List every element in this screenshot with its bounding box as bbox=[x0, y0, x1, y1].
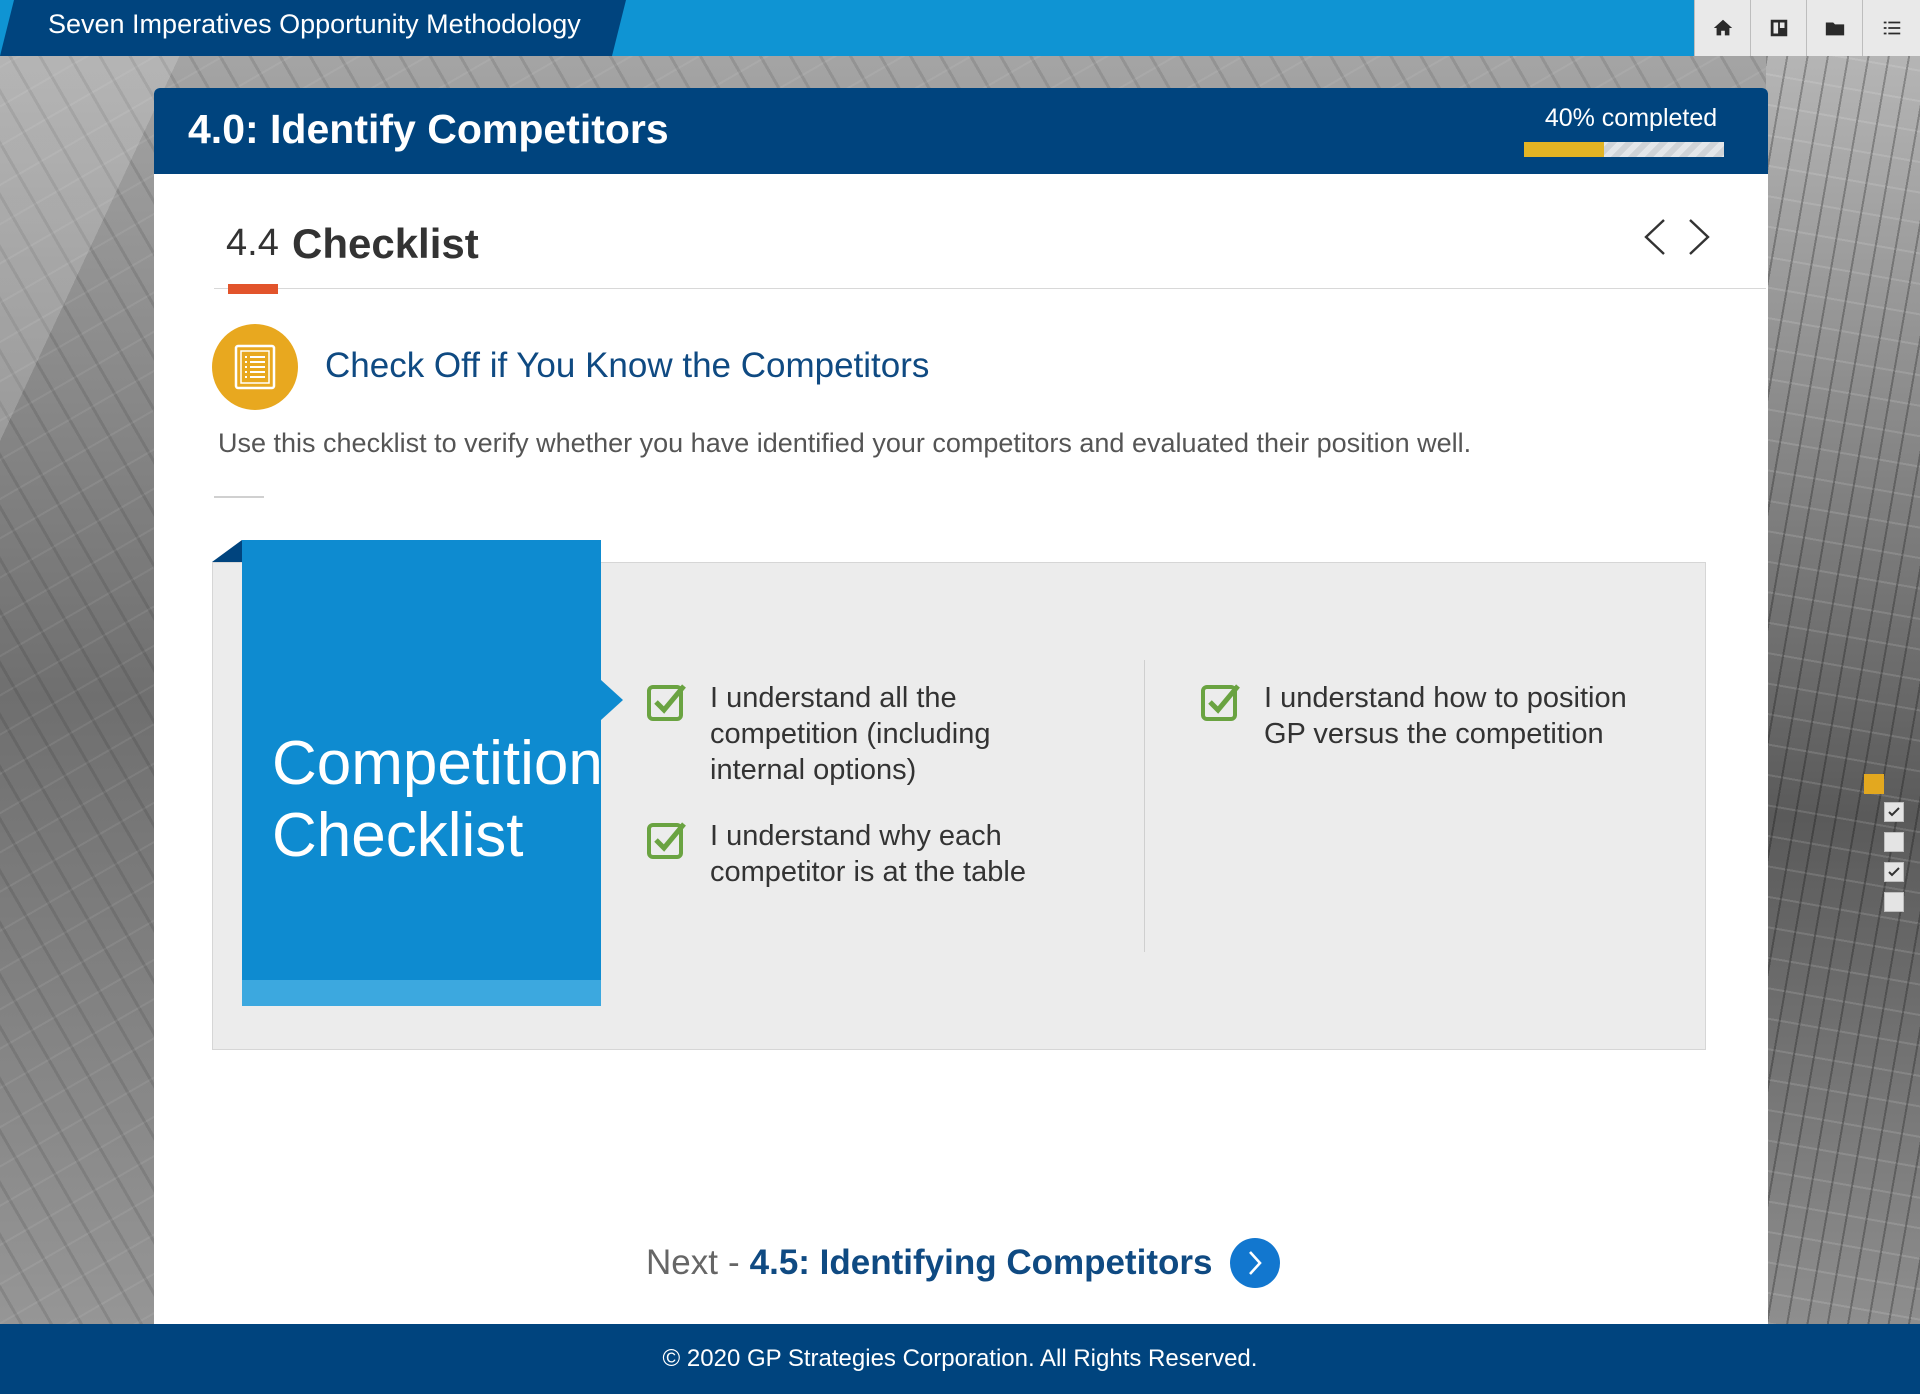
checklist-item-text: I understand how to position GP versus t… bbox=[1264, 682, 1627, 750]
checkbox-checked-icon bbox=[647, 684, 686, 721]
copyright-text: © 2020 GP Strategies Corporation. All Ri… bbox=[662, 1345, 1258, 1372]
page-marker-visited[interactable] bbox=[1884, 802, 1904, 822]
section-divider bbox=[214, 288, 1766, 289]
chevron-left-icon bbox=[1644, 219, 1665, 255]
progress-label: 40% completed bbox=[1544, 104, 1718, 132]
checklist-item[interactable]: I understand how to position GP versus t… bbox=[1200, 680, 1627, 752]
footer: © 2020 GP Strategies Corporation. All Ri… bbox=[0, 1324, 1920, 1394]
next-label: Next bbox=[646, 1243, 718, 1282]
app-title-tab: Seven Imperatives Opportunity Methodolog… bbox=[0, 0, 626, 56]
next-lesson-title: 4.5: Identifying Competitors bbox=[749, 1243, 1213, 1282]
checklist-item[interactable]: I understand all the competition (includ… bbox=[646, 680, 990, 788]
panel-fold-corner bbox=[212, 540, 242, 562]
previous-page-button[interactable] bbox=[1638, 214, 1672, 260]
module-title: 4.0: Identify Competitors bbox=[188, 106, 669, 152]
checklist-item-text: I understand why each competitor is at t… bbox=[710, 820, 1026, 888]
page-marker-visited[interactable] bbox=[1884, 862, 1904, 882]
checklist-item-text: I understand all the competition (includ… bbox=[710, 682, 991, 786]
glossary-icon bbox=[1770, 19, 1787, 37]
section-number: 4.4 bbox=[226, 222, 279, 264]
folder-icon bbox=[1825, 22, 1844, 36]
section-accent-bar bbox=[228, 284, 278, 294]
section-title: Checklist bbox=[292, 220, 479, 267]
title-box-pointer bbox=[601, 680, 623, 720]
next-lesson-button[interactable] bbox=[1230, 1238, 1281, 1288]
checkbox-checked-icon bbox=[647, 822, 686, 859]
glossary-button[interactable] bbox=[1750, 0, 1806, 56]
next-separator: - bbox=[727, 1243, 740, 1282]
checklist-item[interactable]: I understand why each competitor is at t… bbox=[646, 818, 1026, 890]
checklist-title-box: Competition Checklist bbox=[242, 540, 603, 1006]
chevron-right-icon bbox=[1689, 219, 1710, 255]
chevron-right-icon bbox=[1249, 1251, 1263, 1275]
progress-bar bbox=[1524, 142, 1724, 157]
menu-list-icon bbox=[1883, 21, 1900, 35]
home-button[interactable] bbox=[1694, 0, 1750, 56]
check-icon bbox=[1888, 807, 1900, 817]
intro-heading: Check Off if You Know the Competitors bbox=[325, 346, 930, 385]
app-title: Seven Imperatives Opportunity Methodolog… bbox=[48, 9, 581, 39]
progress-bar-fill bbox=[1524, 142, 1604, 157]
checkbox-checked-icon bbox=[1201, 684, 1240, 721]
page-marker[interactable] bbox=[1884, 892, 1904, 912]
checklist-title-line1: Competition bbox=[272, 729, 603, 798]
column-divider bbox=[1144, 660, 1145, 952]
checklist-icon bbox=[212, 324, 298, 410]
intro-text: Use this checklist to verify whether you… bbox=[218, 428, 1472, 458]
top-bar: Seven Imperatives Opportunity Methodolog… bbox=[0, 0, 1920, 56]
menu-button[interactable] bbox=[1862, 0, 1920, 56]
next-page-button[interactable] bbox=[1682, 214, 1716, 260]
home-icon bbox=[1713, 19, 1732, 36]
checklist-title-line2: Checklist bbox=[272, 801, 524, 870]
check-icon bbox=[1888, 867, 1900, 877]
short-divider bbox=[214, 496, 264, 498]
lesson-card: 4.0: Identify Competitors 40% completed … bbox=[154, 88, 1768, 1324]
next-lesson-link[interactable]: Next - 4.5: Identifying Competitors bbox=[646, 1236, 1281, 1290]
background-image-right bbox=[1766, 56, 1920, 1324]
resources-button[interactable] bbox=[1806, 0, 1862, 56]
page-marker-current[interactable] bbox=[1864, 774, 1884, 794]
title-box-footer bbox=[242, 980, 601, 1006]
page-marker[interactable] bbox=[1884, 832, 1904, 852]
module-header: 4.0: Identify Competitors 40% completed bbox=[154, 88, 1768, 174]
